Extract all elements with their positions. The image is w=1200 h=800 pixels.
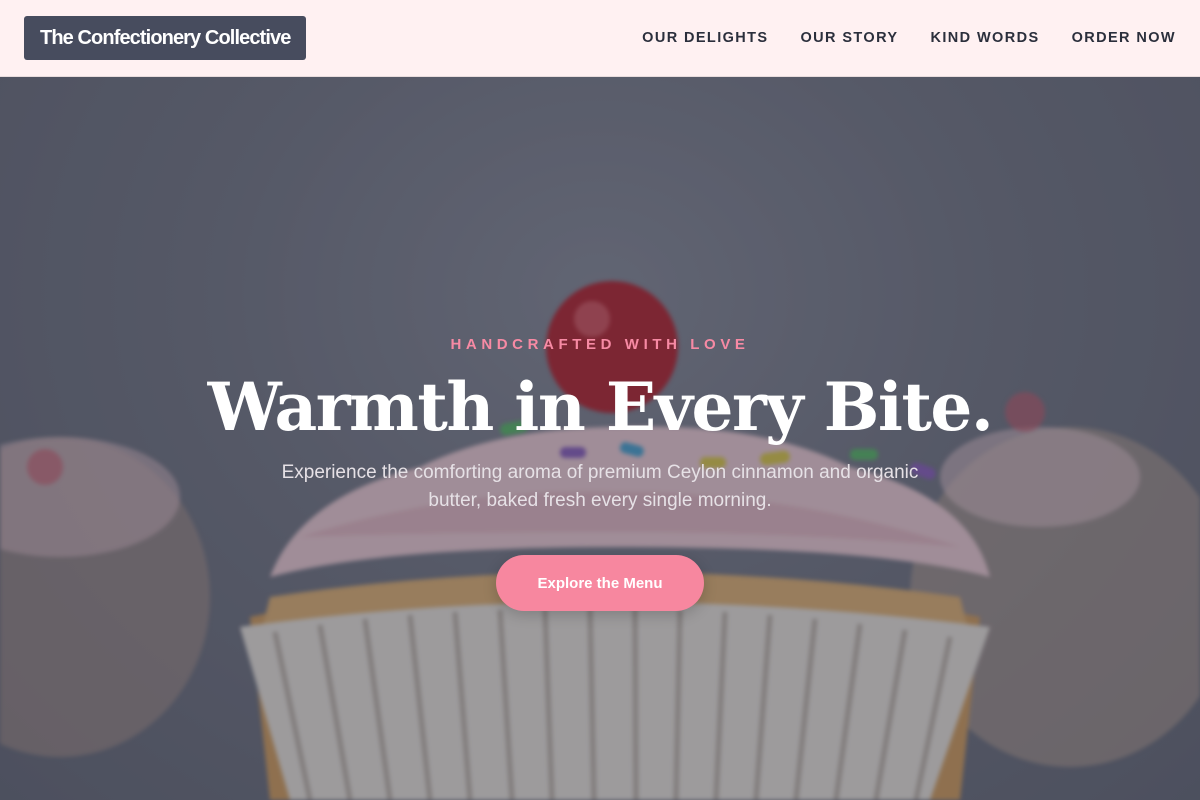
hero-section: HANDCRAFTED WITH LOVE Warmth in Every Bi… xyxy=(0,77,1200,800)
hero-subtext: Experience the comforting aroma of premi… xyxy=(281,462,919,511)
site-header: The Confectionery Collective OUR DELIGHT… xyxy=(0,0,1200,77)
brand-logo[interactable]: The Confectionery Collective xyxy=(24,16,307,60)
hero-content: HANDCRAFTED WITH LOVE Warmth in Every Bi… xyxy=(0,77,1200,800)
nav-kind-words[interactable]: KIND WORDS xyxy=(931,30,1040,46)
hero-headline: Warmth in Every Bite. xyxy=(207,368,994,446)
nav-our-story[interactable]: OUR STORY xyxy=(801,30,899,46)
main-nav: OUR DELIGHTS OUR STORY KIND WORDS ORDER … xyxy=(642,30,1176,46)
brand-name: The Confectionery Collective xyxy=(40,26,291,49)
explore-menu-button[interactable]: Explore the Menu xyxy=(496,555,704,611)
nav-order-now[interactable]: ORDER NOW xyxy=(1072,30,1176,46)
nav-our-delights[interactable]: OUR DELIGHTS xyxy=(642,30,768,46)
hero-tagline: HANDCRAFTED WITH LOVE xyxy=(450,336,750,353)
